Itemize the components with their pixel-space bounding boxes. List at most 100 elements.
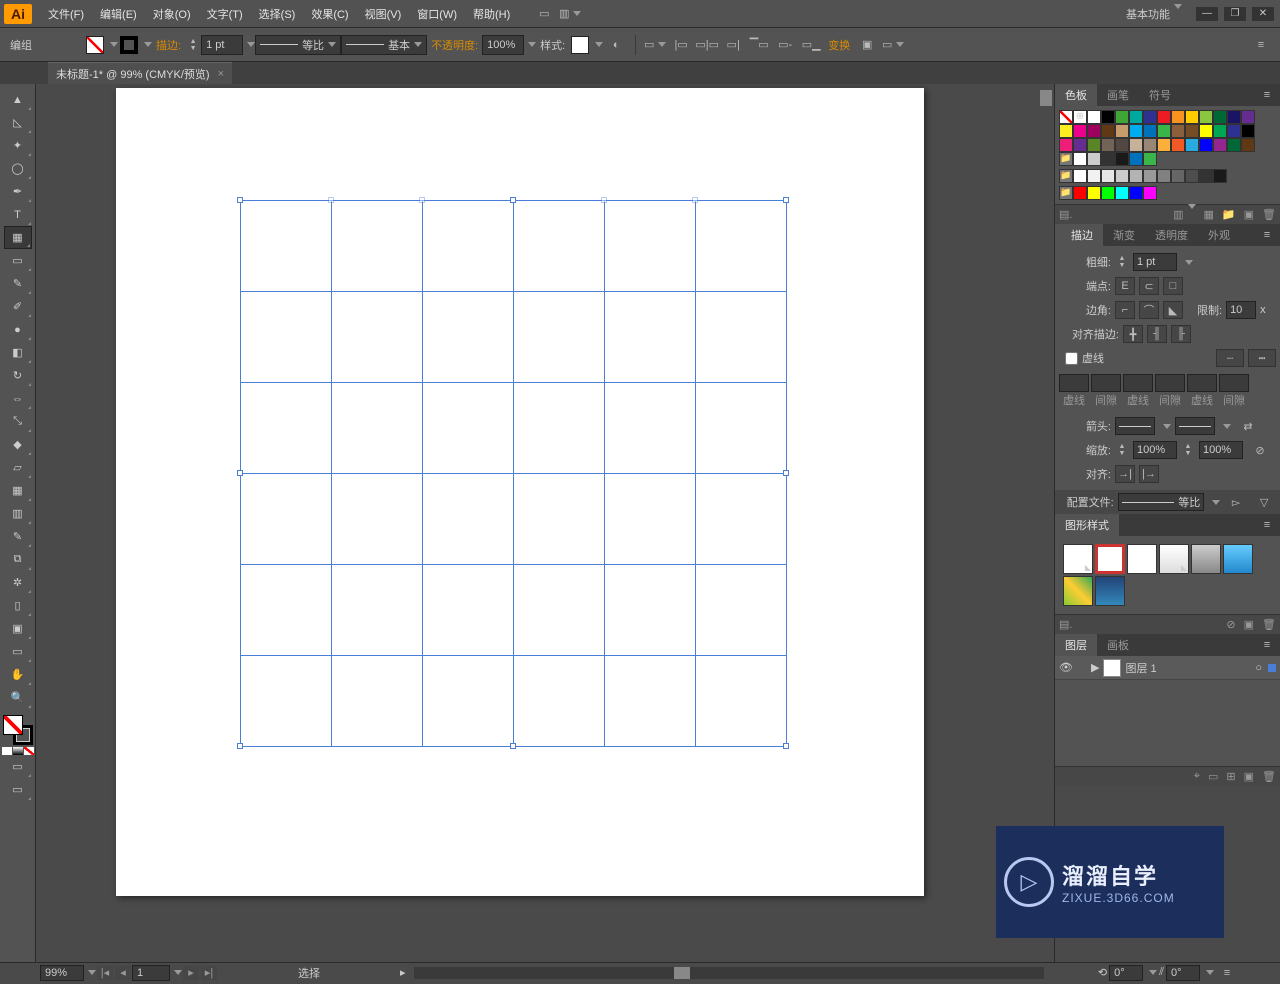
tab-symbols[interactable]: 符号 [1139, 84, 1181, 106]
tab-graphic-styles[interactable]: 图形样式 [1055, 514, 1119, 536]
weight-drop[interactable] [1185, 260, 1193, 265]
swatch-r4-0[interactable] [1073, 152, 1087, 166]
artboard-num-input[interactable]: 1 [132, 965, 170, 981]
swatches-menu-icon[interactable]: ≡ [1255, 84, 1279, 106]
swatch-18[interactable] [1115, 124, 1129, 138]
swatch-39[interactable] [1213, 138, 1227, 152]
gstyle-5[interactable] [1191, 544, 1221, 574]
rotate-z-input[interactable]: 0° [1109, 965, 1143, 981]
scale-stepper[interactable]: ▲▼ [1116, 439, 1128, 461]
swatch-41[interactable] [1241, 138, 1255, 152]
cap-projecting[interactable]: □ [1163, 277, 1183, 295]
align-vcenter-icon[interactable]: ▭- [773, 34, 797, 56]
menu-object[interactable]: 对象(O) [145, 2, 199, 26]
grays-folder[interactable]: 📁 [1059, 169, 1073, 183]
swatch-r4-2[interactable] [1101, 152, 1115, 166]
swatch-21[interactable] [1157, 124, 1171, 138]
gap-3[interactable] [1219, 374, 1249, 392]
swatch-11[interactable] [1213, 110, 1227, 124]
weight-input[interactable]: 1 pt [1133, 253, 1177, 271]
new-layer-icon[interactable]: ▣ [1244, 770, 1254, 783]
bright-3[interactable] [1115, 186, 1129, 200]
tool-perspective-grid[interactable]: ▱ [4, 456, 32, 479]
align-left-icon[interactable]: |▭ [669, 34, 693, 56]
tool-direct-selection[interactable]: ◺ [4, 111, 32, 134]
swatch-23[interactable] [1185, 124, 1199, 138]
dashed-checkbox[interactable] [1065, 352, 1078, 365]
swatch-38[interactable] [1199, 138, 1213, 152]
menu-view[interactable]: 视图(V) [357, 2, 410, 26]
zoom-input[interactable]: 99% [40, 965, 84, 981]
swatch-33[interactable] [1129, 138, 1143, 152]
align-bottom-icon[interactable]: ▭▁ [799, 34, 823, 56]
swatch-12[interactable] [1227, 110, 1241, 124]
tool-type[interactable]: T [4, 203, 32, 226]
style-drop[interactable] [595, 42, 603, 47]
color-mode-row[interactable] [2, 747, 34, 755]
gstyle-libraries-icon[interactable]: ▤. [1059, 618, 1072, 631]
dash-2[interactable] [1123, 374, 1153, 392]
swatch-13[interactable] [1241, 110, 1255, 124]
opacity-drop[interactable] [528, 42, 536, 47]
gstyle-3[interactable] [1127, 544, 1157, 574]
swatch-3[interactable] [1101, 110, 1115, 124]
screen-mode-icon[interactable]: ▭ [4, 778, 32, 801]
bright-0[interactable] [1073, 186, 1087, 200]
arrow-align-1[interactable]: →| [1115, 465, 1135, 483]
tool-selection[interactable]: ▲ [4, 88, 32, 111]
gray-1[interactable] [1087, 169, 1101, 183]
arrow-scale-end[interactable]: 100% [1199, 441, 1243, 459]
tool-zoom[interactable]: 🔍 [4, 686, 32, 709]
swatch-r4-3[interactable] [1115, 152, 1129, 166]
swatch-17[interactable] [1101, 124, 1115, 138]
gray-4[interactable] [1129, 169, 1143, 183]
expand-layer-icon[interactable]: ▶ [1091, 661, 1099, 674]
tool-eyedropper[interactable]: ✎ [4, 525, 32, 548]
new-swatch-icon[interactable]: ▣ [1244, 208, 1254, 221]
menu-type[interactable]: 文字(T) [199, 2, 251, 26]
swatch-31[interactable] [1101, 138, 1115, 152]
flip-v-icon[interactable]: ▽ [1253, 491, 1275, 513]
tool-eraser[interactable]: ◧ [4, 341, 32, 364]
profile-drop-tri[interactable] [1212, 500, 1220, 505]
tab-transparency[interactable]: 透明度 [1145, 224, 1198, 246]
swatch-r4-1[interactable] [1087, 152, 1101, 166]
swatch-5[interactable] [1129, 110, 1143, 124]
corner-bevel[interactable]: ◣ [1163, 301, 1183, 319]
stroke-weight-drop[interactable] [247, 42, 255, 47]
gstyles-menu-icon[interactable]: ≡ [1255, 514, 1279, 536]
rectangular-grid-object[interactable] [240, 200, 786, 746]
arrow-start[interactable] [1115, 417, 1155, 435]
swatch-37[interactable] [1185, 138, 1199, 152]
tab-stroke[interactable]: 描边 [1055, 224, 1103, 246]
menu-window[interactable]: 窗口(W) [409, 2, 465, 26]
status-menu-icon[interactable]: ≡ [1215, 962, 1239, 984]
tool-symbol-sprayer[interactable]: ✲ [4, 571, 32, 594]
window-minimize[interactable]: — [1196, 7, 1218, 21]
opacity-input[interactable]: 100% [482, 35, 524, 55]
swatch-25[interactable] [1213, 124, 1227, 138]
tool-blob-brush[interactable]: ● [4, 318, 32, 341]
close-tab-icon[interactable]: × [218, 68, 224, 80]
swatch-19[interactable] [1129, 124, 1143, 138]
stroke-dropdown[interactable] [144, 42, 152, 47]
shear-input[interactable]: 0° [1166, 965, 1200, 981]
new-gstyle-icon[interactable]: ▣ [1244, 618, 1254, 631]
delete-gstyle-icon[interactable]: 🗑 [1262, 618, 1276, 631]
menu-effect[interactable]: 效果(C) [303, 2, 356, 26]
new-sublayer-icon[interactable]: ⊞ [1226, 770, 1235, 783]
menu-select[interactable]: 选择(S) [251, 2, 304, 26]
tool-lasso[interactable]: ◯ [4, 157, 32, 180]
gap-2[interactable] [1155, 374, 1185, 392]
first-artboard[interactable]: |◂ [97, 966, 113, 980]
swatch-r4-4[interactable] [1129, 152, 1143, 166]
arrow-scale-start[interactable]: 100% [1133, 441, 1177, 459]
fill-swatch[interactable] [86, 36, 104, 54]
swatch-40[interactable] [1227, 138, 1241, 152]
draw-mode-icon[interactable]: ▭ [4, 755, 32, 778]
locate-icon[interactable]: ⌖ [1194, 770, 1200, 783]
tab-layers[interactable]: 图层 [1055, 634, 1097, 656]
swatch-36[interactable] [1171, 138, 1185, 152]
tool-artboard[interactable]: ▣ [4, 617, 32, 640]
gray-8[interactable] [1185, 169, 1199, 183]
